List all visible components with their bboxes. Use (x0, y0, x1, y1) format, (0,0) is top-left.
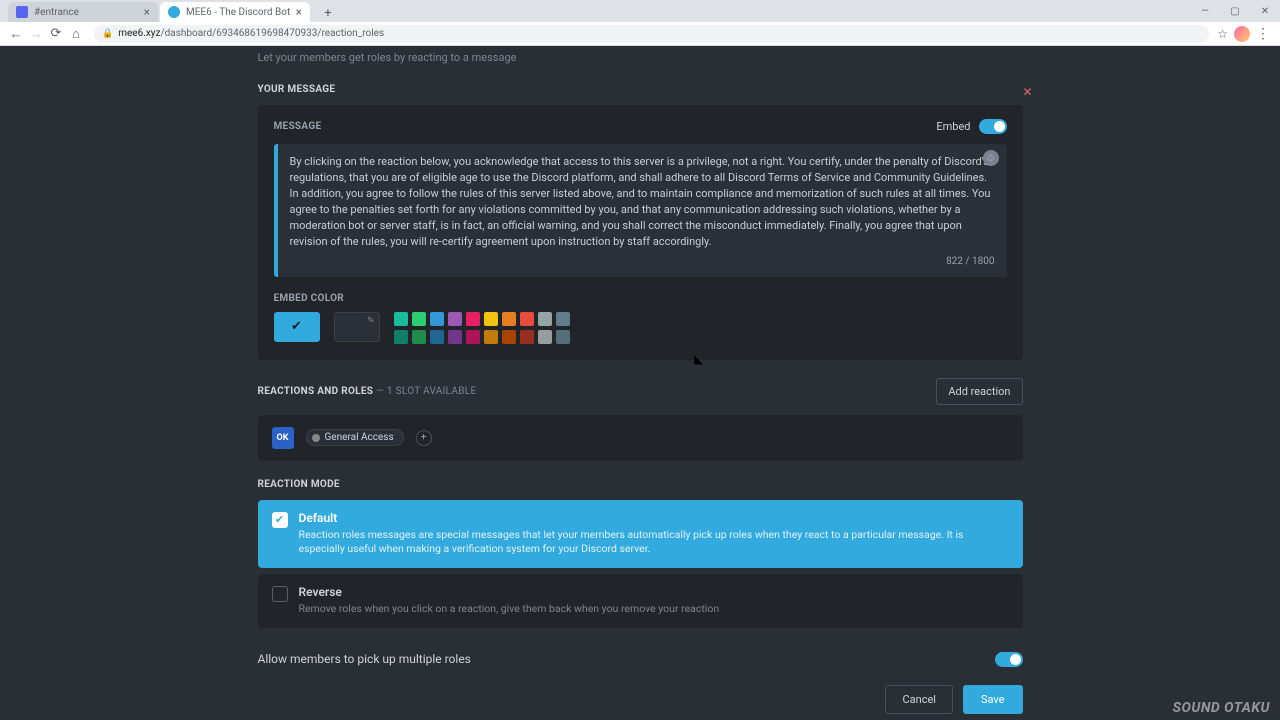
embed-toggle-label: Embed (936, 120, 970, 133)
color-swatch[interactable] (394, 312, 408, 326)
chrome-toolbar: ← → ⟳ ⌂ 🔒 mee6.xyz/dashboard/69346861969… (0, 22, 1280, 46)
home-button[interactable]: ⌂ (66, 24, 86, 44)
role-color-icon (312, 434, 320, 442)
window-controls: — ▢ ✕ (1190, 0, 1280, 22)
bookmark-icon[interactable]: ☆ (1217, 27, 1228, 41)
color-swatch[interactable] (520, 330, 534, 344)
message-text: By clicking on the reaction below, you a… (290, 154, 995, 250)
embed-toggle[interactable] (979, 119, 1007, 134)
color-swatch[interactable] (430, 312, 444, 326)
url-domain: mee6.xyz (118, 28, 160, 39)
color-swatch[interactable] (466, 312, 480, 326)
tab-favicon-icon (16, 6, 28, 18)
url-path: /dashboard/693468619698470933/reaction_r… (161, 28, 385, 39)
reaction-emoji[interactable]: OK (272, 427, 294, 449)
checkbox-unchecked-icon (272, 586, 288, 602)
color-swatch[interactable] (484, 330, 498, 344)
multi-roles-label: Allow members to pick up multiple roles (258, 652, 471, 666)
color-swatch[interactable] (538, 330, 552, 344)
color-swatch[interactable] (430, 330, 444, 344)
mode-option-default[interactable]: ✔ Default Reaction roles messages are sp… (258, 500, 1023, 568)
page-content: Let your members get roles by reacting t… (0, 46, 1280, 720)
role-tag[interactable]: General Access (306, 429, 404, 446)
reaction-role-item: OK General Access + (258, 415, 1023, 461)
tab-close-icon[interactable]: × (144, 5, 150, 19)
window-minimize[interactable]: — (1190, 0, 1220, 22)
color-swatch[interactable] (502, 312, 516, 326)
reactions-roles-label: REACTIONS AND ROLES — 1 SLOT AVAILABLE (258, 386, 477, 397)
mode-desc: Reaction roles messages are special mess… (299, 528, 1009, 557)
forward-button[interactable]: → (26, 24, 46, 44)
browser-tab[interactable]: #entrance × (8, 2, 158, 22)
address-bar[interactable]: 🔒 mee6.xyz/dashboard/693468619698470933/… (94, 25, 1209, 43)
window-maximize[interactable]: ▢ (1220, 0, 1250, 22)
char-counter: 822 / 1800 (290, 256, 995, 267)
color-custom-swatch[interactable] (334, 312, 380, 342)
color-swatch[interactable] (466, 330, 480, 344)
checkbox-checked-icon: ✔ (272, 512, 288, 528)
color-palette (394, 312, 570, 344)
save-button[interactable]: Save (963, 685, 1023, 714)
tab-title: #entrance (34, 7, 79, 18)
message-label: MESSAGE (274, 121, 322, 132)
color-swatch[interactable] (538, 312, 552, 326)
color-swatch[interactable] (556, 312, 570, 326)
chrome-menu-icon[interactable]: ⋮ (1256, 26, 1270, 42)
color-selected-swatch[interactable]: ✔ (274, 312, 320, 342)
color-swatch[interactable] (502, 330, 516, 344)
lock-icon: 🔒 (102, 29, 113, 39)
tab-favicon-icon (168, 6, 180, 18)
mode-title: Reverse (299, 585, 720, 599)
embed-color-label: EMBED COLOR (274, 293, 1007, 304)
reaction-mode-label: REACTION MODE (258, 479, 1023, 490)
section-your-message: YOUR MESSAGE (258, 84, 1023, 95)
add-reaction-button[interactable]: Add reaction (936, 378, 1022, 405)
color-swatch[interactable] (412, 312, 426, 326)
tab-title: MEE6 - The Discord Bot (186, 7, 290, 18)
color-swatch[interactable] (412, 330, 426, 344)
role-name: General Access (325, 432, 394, 443)
browser-tab-active[interactable]: MEE6 - The Discord Bot × (160, 2, 310, 22)
color-swatch[interactable] (448, 312, 462, 326)
chrome-tab-bar: #entrance × MEE6 - The Discord Bot × + (0, 0, 1280, 22)
reload-button[interactable]: ⟳ (46, 24, 66, 44)
mode-title: Default (299, 511, 1009, 525)
color-swatch[interactable] (394, 330, 408, 344)
color-swatch[interactable] (484, 312, 498, 326)
watermark: SOUND OTAKU (1173, 700, 1270, 716)
color-swatch[interactable] (556, 330, 570, 344)
close-icon[interactable]: ✕ (1022, 85, 1032, 99)
mode-option-reverse[interactable]: Reverse Remove roles when you click on a… (258, 574, 1023, 628)
new-tab-button[interactable]: + (318, 4, 338, 22)
message-card: ✕ MESSAGE Embed ☺ By clicking on the rea… (258, 105, 1023, 360)
multi-roles-toggle[interactable] (995, 652, 1023, 667)
color-swatch[interactable] (448, 330, 462, 344)
mode-desc: Remove roles when you click on a reactio… (299, 602, 720, 617)
window-close[interactable]: ✕ (1250, 0, 1280, 22)
back-button[interactable]: ← (6, 24, 26, 44)
page-subtitle: Let your members get roles by reacting t… (258, 46, 1023, 84)
color-swatch[interactable] (520, 312, 534, 326)
profile-avatar[interactable] (1234, 26, 1250, 42)
tab-close-icon[interactable]: × (296, 5, 302, 19)
message-textarea[interactable]: ☺ By clicking on the reaction below, you… (274, 144, 1007, 277)
emoji-picker-icon[interactable]: ☺ (983, 150, 999, 166)
cancel-button[interactable]: Cancel (885, 685, 952, 714)
add-role-button[interactable]: + (416, 430, 432, 446)
